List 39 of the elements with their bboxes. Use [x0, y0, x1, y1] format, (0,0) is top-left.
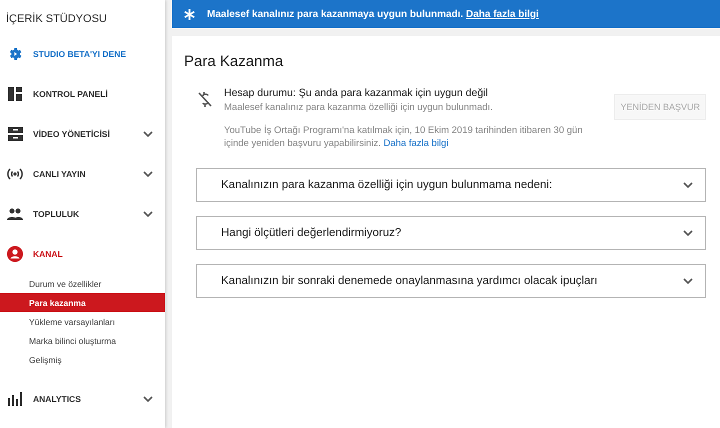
account-icon: [7, 246, 23, 262]
sidebar-title: İÇERİK STÜDYOSU: [5, 13, 108, 27]
bar-chart-icon: [8, 392, 22, 406]
gear-icon: [7, 46, 23, 62]
sidebar-subitem[interactable]: Durum ve özellikler: [0, 274, 165, 293]
sidebar-item[interactable]: TOPLULUK: [0, 194, 165, 234]
accordion-header[interactable]: Kanalınızın bir sonraki denemede onaylanmasına yardımcı olacak ipuçları: [196, 264, 706, 298]
chevron-down-icon: [683, 278, 693, 284]
reapply-note: YouTube İş Ortağı Programı'na katılmak için, 10 Ekim 2019 tarihinden itibaren 30 gün içinde yeniden başvuru yapabilirsiniz. Daha fazla bilgi: [224, 124, 584, 150]
people-icon: [7, 208, 23, 220]
banner-message: Maalesef kanalınız para kazanmaya uygun bulunmadı. Daha fazla bilgi: [207, 8, 539, 20]
star-icon: [184, 8, 195, 20]
sidebar-item[interactable]: ANALYTICS: [0, 379, 165, 419]
chevron-down-icon: [143, 396, 153, 402]
sidebar-item[interactable]: KANAL: [0, 234, 165, 274]
sidebar-item[interactable]: STUDIO BETA'YI DENE: [0, 34, 165, 74]
status-subtitle: Maalesef kanalınız para kazanma özelliği için uygun bulunmadı.: [224, 102, 494, 113]
chevron-down-icon: [683, 230, 693, 236]
learn-more-link[interactable]: Daha fazla bilgi: [383, 138, 448, 149]
sidebar-item[interactable]: VİDEO YÖNETİCİSİ: [0, 114, 165, 154]
dashboard-icon: [8, 87, 22, 101]
sidebar-item[interactable]: KONTROL PANELİ: [0, 74, 165, 114]
no-money-icon: [198, 91, 212, 108]
sidebar-item[interactable]: CANLI YAYIN: [0, 154, 165, 194]
status-heading: Hesap durumu: Şu anda para kazanmak için uygun değil: [224, 87, 489, 99]
learn-more-link[interactable]: Daha fazla bilgi: [466, 8, 539, 20]
archive-icon: [8, 127, 22, 141]
page-title: Para Kazanma: [184, 53, 284, 70]
chevron-down-icon: [683, 182, 693, 188]
accordion-header[interactable]: Kanalınızın para kazanma özelliği için uygun bulunmama nedeni:: [196, 168, 706, 202]
sidebar-subitem[interactable]: Gelişmiş: [0, 350, 165, 369]
sidebar-subitem[interactable]: Marka bilinci oluşturma: [0, 331, 165, 350]
chevron-down-icon: [143, 130, 153, 138]
chevron-down-icon: [143, 170, 153, 178]
accordion-header[interactable]: Hangi ölçütleri değerlendirmiyoruz?: [196, 216, 706, 250]
chevron-down-icon: [143, 210, 153, 218]
sidebar-subitem[interactable]: Para kazanma: [0, 293, 165, 312]
sidebar-subitem[interactable]: Yükleme varsayılanları: [0, 312, 165, 331]
broadcast-icon: [6, 168, 24, 180]
